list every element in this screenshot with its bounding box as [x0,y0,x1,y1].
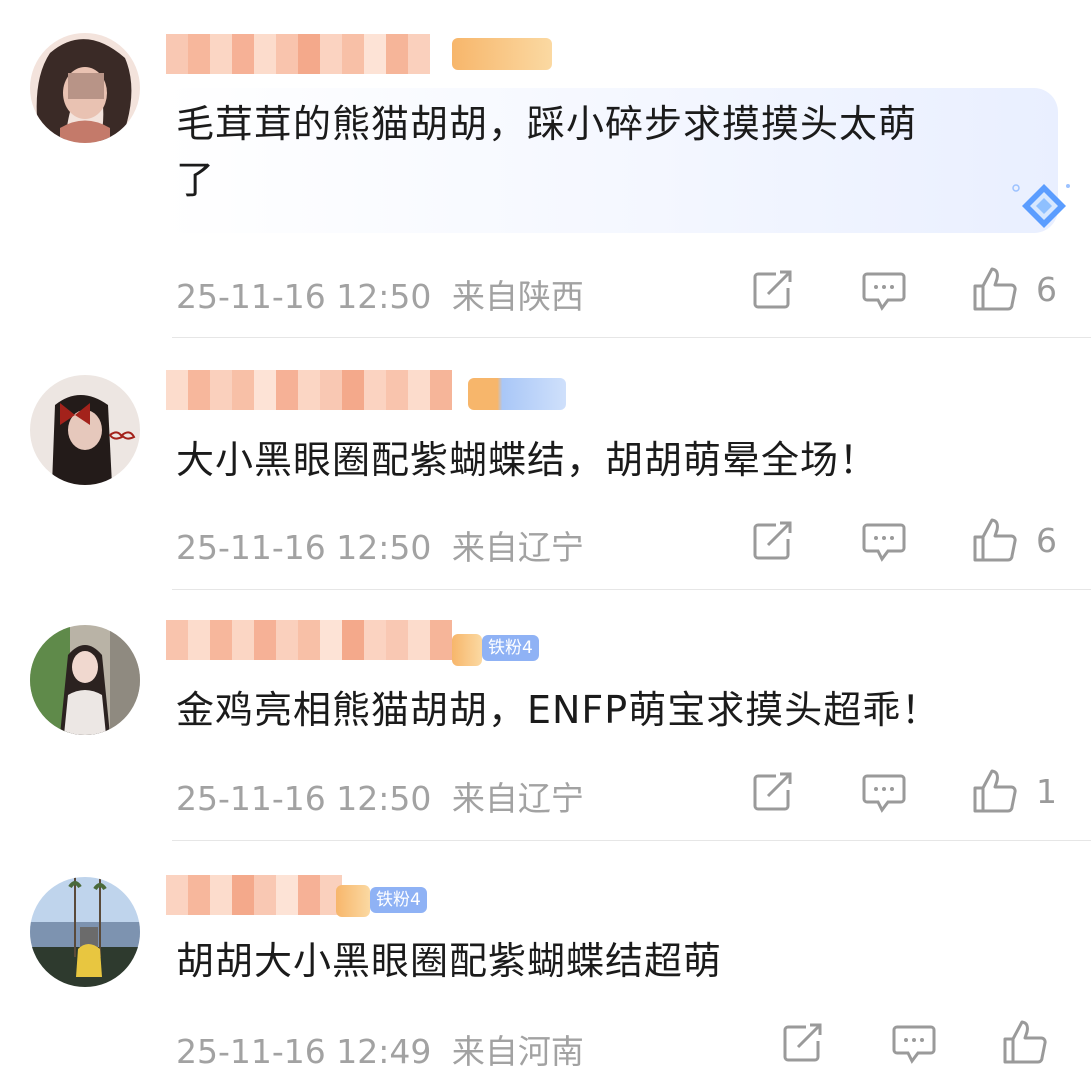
location: 来自河南 [451,1032,584,1071]
comment-meta: 25-11-16 12:50 来自辽宁 [176,772,584,820]
share-square-icon [783,1023,822,1062]
comment-item: 铁粉4 胡胡大小黑眼圈配紫蝴蝶结超萌 25-11-16 12:49 来自河南 [0,841,1091,1080]
timestamp: 25-11-16 12:49 [176,1032,432,1071]
avatar[interactable] [30,625,140,735]
comment-item: 大小黑眼圈配紫蝴蝶结，胡胡萌晕全场！ 25-11-16 12:50 来自辽宁 6 [0,338,1091,590]
like-count: 6 [1036,270,1057,309]
thumbs-up-icon [973,267,1017,311]
like-button[interactable] [972,517,1018,567]
like-button[interactable] [1002,1019,1048,1069]
reply-button[interactable] [862,521,906,567]
user-badge-blurred [336,885,370,917]
reply-button[interactable] [862,772,906,818]
location: 来自辽宁 [451,779,584,818]
thumbs-up-icon [973,769,1017,813]
comment-item: 铁粉4 金鸡亮相熊猫胡胡，ENFP萌宝求摸头超乖！ 25-11-16 12:50… [0,590,1091,841]
repost-button[interactable] [752,521,794,565]
location: 来自陕西 [451,277,584,316]
avatar[interactable] [30,877,140,987]
like-button[interactable] [972,266,1018,316]
user-badge-blurred [452,634,482,666]
user-badge-blurred [468,378,566,410]
comment-text: 胡胡大小黑眼圈配紫蝴蝶结超萌 [176,939,723,983]
share-square-icon [753,270,792,309]
repost-button[interactable] [752,270,794,314]
username-blurred[interactable] [166,620,452,660]
timestamp: 25-11-16 12:50 [176,528,432,567]
share-square-icon [753,772,792,811]
user-badge-blurred [452,38,552,70]
comment-bubble-icon [862,774,906,813]
user-badge: 铁粉4 [482,635,539,661]
comment-meta: 25-11-16 12:50 来自辽宁 [176,521,584,569]
comment-meta: 25-11-16 12:50 来自陕西 [176,270,584,318]
like-button[interactable] [972,768,1018,818]
comment-text: 大小黑眼圈配紫蝴蝶结，胡胡萌晕全场！ [176,438,879,482]
comment-item: 毛茸茸的熊猫胡胡，踩小碎步求摸摸头太萌 了 25-11-16 12:50 来自陕… [0,0,1091,338]
comment-bubble-icon [862,523,906,562]
timestamp: 25-11-16 12:50 [176,277,432,316]
timestamp: 25-11-16 12:50 [176,779,432,818]
comment-bubble-icon [862,272,906,311]
username-blurred[interactable] [166,34,430,74]
avatar[interactable] [30,33,140,143]
comment-text: 金鸡亮相熊猫胡胡，ENFP萌宝求摸头超乖！ [176,688,941,732]
location: 来自辽宁 [451,528,584,567]
avatar[interactable] [30,375,140,485]
share-square-icon [753,521,792,560]
reply-button[interactable] [892,1023,936,1069]
diamond-icon [1008,180,1078,242]
comment-text-line-1: 毛茸茸的熊猫胡胡，踩小碎步求摸摸头太萌 [176,102,918,146]
comment-bubble-icon [892,1025,936,1064]
like-count: 6 [1036,521,1057,560]
repost-button[interactable] [752,772,794,816]
user-badge: 铁粉4 [370,887,427,913]
comment-text: 毛茸茸的熊猫胡胡，踩小碎步求摸摸头太萌 了 [176,96,917,208]
username-blurred[interactable] [166,875,342,915]
username-blurred[interactable] [166,370,452,410]
comment-meta: 25-11-16 12:49 来自河南 [176,1025,584,1073]
repost-button[interactable] [782,1023,824,1067]
thumbs-up-icon [973,518,1017,562]
like-count: 1 [1036,772,1057,811]
comment-text-line-2: 了 [176,158,216,202]
reply-button[interactable] [862,270,906,316]
thumbs-up-icon [1003,1020,1047,1064]
